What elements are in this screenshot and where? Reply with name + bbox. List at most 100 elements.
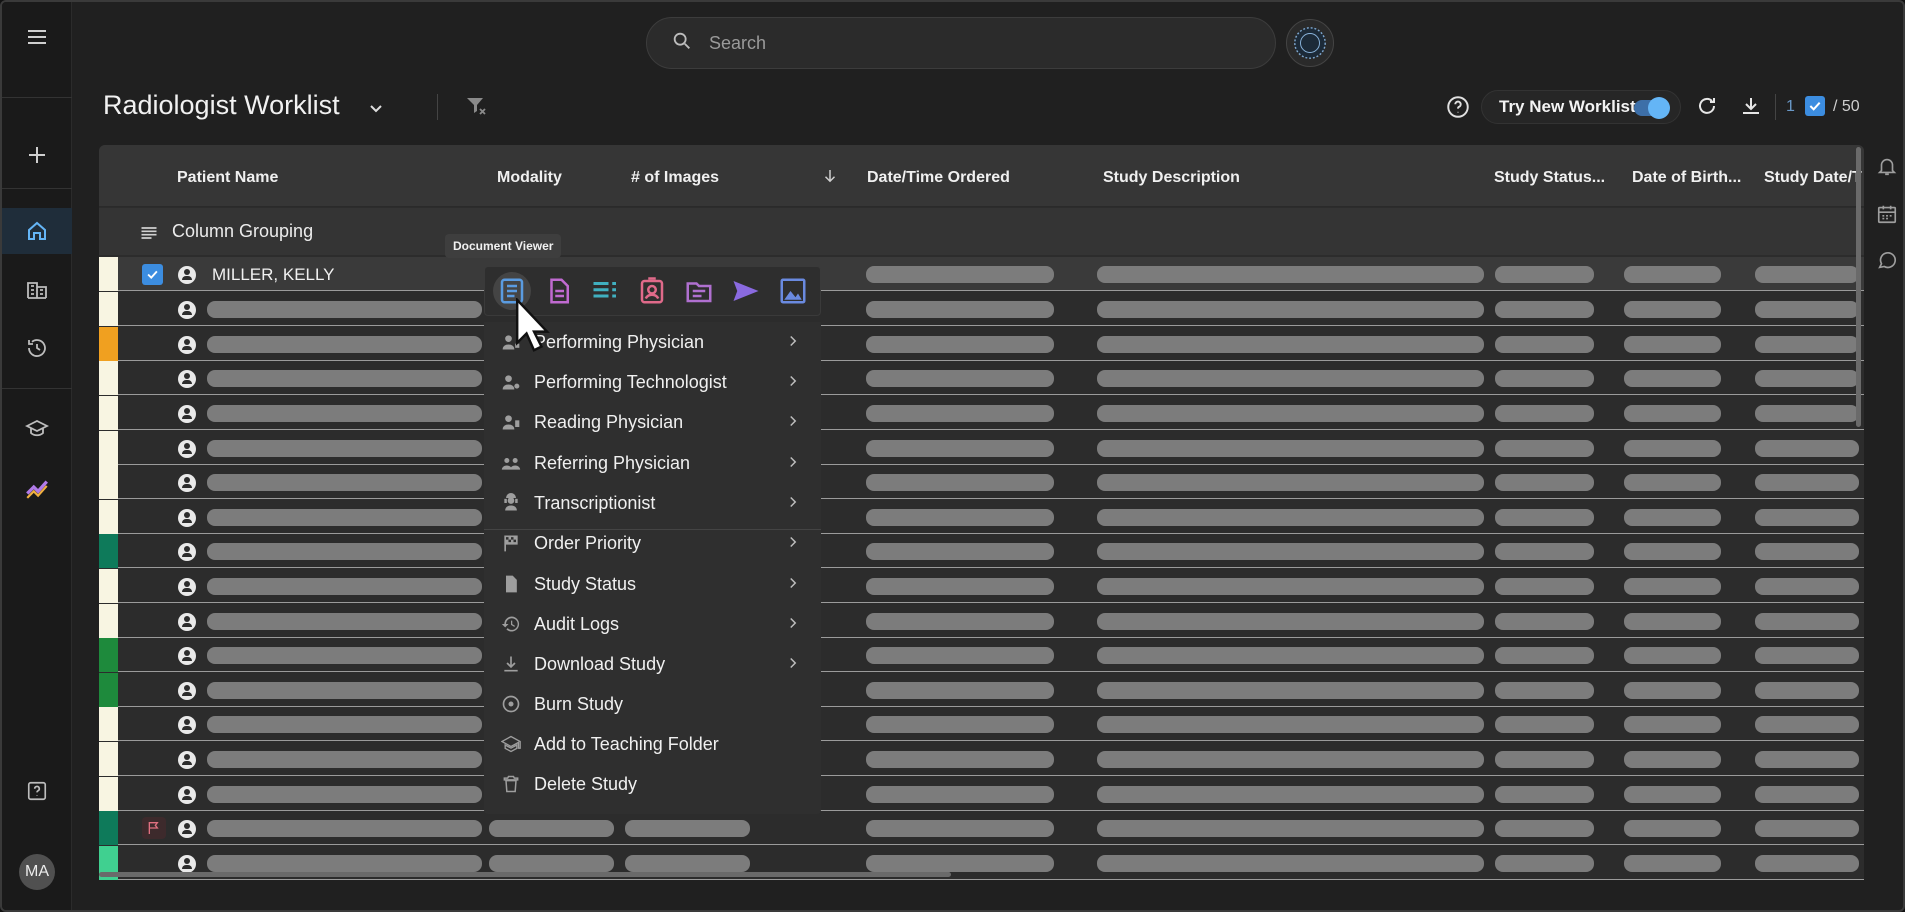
menu-item-label: Performing Physician [534, 332, 705, 352]
menu-item-download-study[interactable]: Download Study [484, 644, 821, 684]
mouse-cursor [515, 296, 553, 359]
menu-item-burn-study[interactable]: Burn Study [484, 684, 821, 724]
menu-item-audit-logs[interactable]: Audit Logs [484, 604, 821, 644]
placeholder-description [1097, 405, 1484, 422]
help-icon[interactable] [1445, 94, 1471, 125]
table-row[interactable] [99, 465, 1864, 499]
column-modality[interactable]: Modality [497, 169, 562, 187]
placeholder-date-ordered [866, 405, 1054, 422]
table-row[interactable] [99, 638, 1864, 672]
organization-icon[interactable] [12, 267, 62, 313]
placeholder-date-ordered [866, 855, 1054, 872]
table-row[interactable] [99, 673, 1864, 707]
placeholder-status [1495, 543, 1594, 560]
menu-item-referring-physician[interactable]: Referring Physician [484, 443, 821, 483]
worklist-grid: Patient Name Modality # of Images Date/T… [99, 145, 1864, 880]
avatar[interactable]: MA [19, 854, 55, 890]
placeholder-dob [1624, 613, 1721, 630]
patient-card-icon[interactable] [633, 272, 671, 310]
home-icon[interactable] [2, 208, 72, 254]
menu-item-transcriptionist[interactable]: Transcriptionist [484, 483, 821, 523]
history-icon[interactable] [12, 325, 62, 371]
table-row[interactable] [99, 327, 1864, 361]
table-row[interactable] [99, 604, 1864, 638]
placeholder-status [1495, 370, 1594, 387]
column-study-description[interactable]: Study Description [1103, 169, 1240, 187]
menu-item-performing-technologist[interactable]: Performing Technologist [484, 362, 821, 402]
table-row[interactable] [99, 811, 1864, 845]
menu-item-delete-study[interactable]: Delete Study [484, 764, 821, 804]
teaching-icon[interactable] [12, 406, 62, 452]
table-row[interactable] [99, 431, 1864, 465]
flag-icon[interactable] [142, 817, 166, 839]
placeholder-status [1495, 405, 1594, 422]
column-study-date[interactable]: Study Date/T [1764, 169, 1862, 187]
table-row[interactable] [99, 534, 1864, 568]
table-row[interactable]: MILLER, KELLY [99, 257, 1864, 291]
table-row[interactable] [99, 396, 1864, 430]
table-row[interactable] [99, 361, 1864, 395]
horizontal-scrollbar[interactable] [99, 872, 951, 877]
placeholder-description [1097, 613, 1484, 630]
chevron-down-icon[interactable] [364, 96, 388, 125]
row-checkbox[interactable] [142, 264, 163, 285]
table-row[interactable] [99, 742, 1864, 776]
trash-icon [501, 774, 521, 794]
patient-icon [178, 509, 196, 527]
column-date-time-ordered[interactable]: Date/Time Ordered [867, 169, 1010, 187]
help-box-icon[interactable] [12, 768, 62, 814]
column-date-of-birth[interactable]: Date of Birth... [1632, 169, 1741, 187]
placeholder-dob [1624, 266, 1721, 283]
chevron-right-icon [784, 493, 802, 516]
placeholder-study-date [1755, 301, 1859, 318]
column-num-images[interactable]: # of Images [631, 169, 719, 187]
placeholder-dob [1624, 716, 1721, 733]
table-row[interactable] [99, 292, 1864, 326]
column-grouping-bar[interactable]: Column Grouping [99, 208, 1864, 255]
menu-icon[interactable] [12, 14, 62, 60]
table-row[interactable] [99, 777, 1864, 811]
row-status-band [99, 327, 118, 361]
bell-icon[interactable] [1873, 152, 1901, 180]
toggle-switch[interactable] [1634, 97, 1670, 119]
menu-item-add-to-teaching-folder[interactable]: Add to Teaching Folder [484, 724, 821, 764]
row-status-band [99, 638, 118, 672]
search-input[interactable] [709, 32, 1209, 54]
analytics-icon[interactable] [12, 464, 62, 510]
globe-icon[interactable] [1286, 19, 1334, 67]
table-row[interactable] [99, 707, 1864, 741]
placeholder-dob [1624, 647, 1721, 664]
column-patient-name[interactable]: Patient Name [177, 169, 278, 187]
folder-icon[interactable] [680, 272, 718, 310]
list-details-icon[interactable] [587, 272, 625, 310]
placeholder-description [1097, 716, 1484, 733]
menu-item-study-status[interactable]: Study Status [484, 564, 821, 604]
vertical-scrollbar[interactable] [1856, 147, 1861, 427]
try-new-worklist-toggle[interactable]: Try New Worklist [1481, 90, 1681, 124]
select-all-checkbox[interactable] [1805, 96, 1825, 116]
calendar-icon[interactable] [1873, 200, 1901, 228]
image-icon[interactable] [774, 272, 812, 310]
send-icon[interactable] [727, 272, 765, 310]
add-icon[interactable] [12, 132, 62, 178]
refresh-icon[interactable] [1695, 94, 1719, 123]
patient-icon [178, 751, 196, 769]
placeholder-date-ordered [866, 336, 1054, 353]
placeholder-status [1495, 301, 1594, 318]
search-bar[interactable] [646, 17, 1276, 69]
menu-item-order-priority[interactable]: Order Priority [484, 523, 821, 563]
chat-icon[interactable] [1873, 247, 1901, 275]
table-row[interactable] [99, 500, 1864, 534]
placeholder-date-ordered [866, 716, 1054, 733]
placeholder-dob [1624, 474, 1721, 491]
placeholder-study-date [1755, 751, 1859, 768]
placeholder-description [1097, 266, 1484, 283]
filter-clear-icon[interactable] [464, 94, 488, 123]
menu-item-reading-physician[interactable]: Reading Physician [484, 402, 821, 442]
download-icon[interactable] [1739, 94, 1763, 123]
placeholder-patient-name [207, 370, 482, 387]
divider [437, 94, 438, 120]
table-row[interactable] [99, 569, 1864, 603]
sort-arrow-down-icon[interactable] [821, 167, 839, 190]
column-study-status[interactable]: Study Status... [1494, 169, 1605, 187]
